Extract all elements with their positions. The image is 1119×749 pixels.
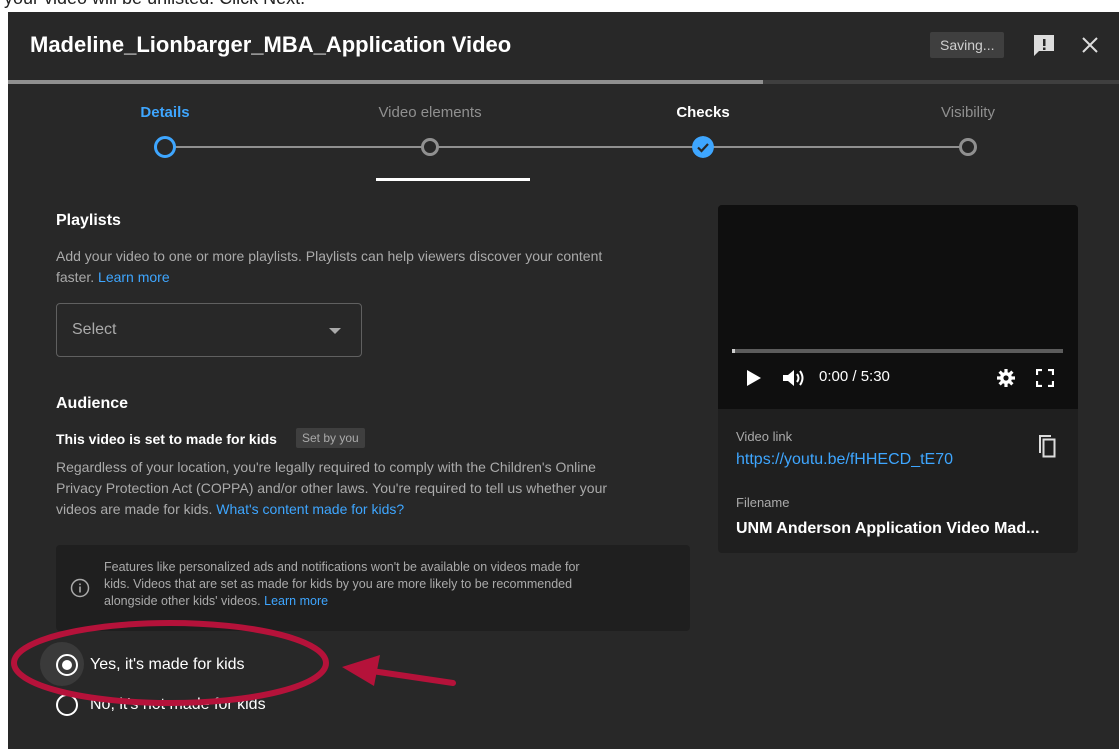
stepper-line (703, 146, 968, 148)
kids-features-info-text: Features like personalized ads and notif… (104, 559, 664, 610)
info-line2: kids. Videos that are set as made for ki… (104, 577, 573, 591)
kids-info-learn-more-link[interactable]: Learn more (264, 594, 328, 608)
video-seek-bar[interactable] (732, 349, 1063, 353)
annotation-arrow-shaft (369, 668, 456, 686)
tab-details[interactable]: Details (65, 104, 265, 121)
kids-features-info-box: Features like personalized ads and notif… (56, 545, 690, 631)
audience-description-line2: Privacy Protection Act (COPPA) and/or ot… (56, 480, 608, 496)
feedback-icon[interactable] (1031, 32, 1057, 58)
video-player[interactable]: 0:00 / 5:30 (718, 205, 1078, 409)
upload-stepper: Details Video elements Checks Visibility (8, 84, 1119, 194)
chevron-down-icon (329, 328, 341, 334)
step-visibility-indicator[interactable] (959, 138, 977, 156)
radio-button-unchecked[interactable] (56, 694, 78, 716)
video-time: 0:00 / 5:30 (819, 368, 890, 385)
playlists-learn-more-link[interactable]: Learn more (98, 269, 170, 285)
info-icon (70, 578, 90, 598)
play-icon[interactable] (746, 369, 762, 387)
made-for-kids-status: This video is set to made for kids (56, 431, 277, 447)
tab-underline (376, 178, 530, 181)
instruction-caption: your video will be unlisted. Click Next. (4, 0, 305, 8)
playlist-select-value: Select (72, 321, 117, 338)
video-preview-card: 0:00 / 5:30 Video link https://youtu.be/… (718, 205, 1078, 553)
video-link[interactable]: https://youtu.be/fHHECD_tE70 (736, 451, 953, 469)
radio-yes-label[interactable]: Yes, it's made for kids (90, 656, 245, 674)
annotation-arrow-head (342, 655, 380, 686)
tab-visibility[interactable]: Visibility (868, 104, 1068, 121)
playlists-description-line2: faster. (56, 269, 95, 285)
playlists-description-line1: Add your video to one or more playlists.… (56, 248, 603, 264)
volume-icon[interactable] (782, 368, 806, 388)
video-link-label: Video link (736, 429, 793, 444)
copy-icon[interactable] (1034, 433, 1056, 459)
audience-description-line3: videos are made for kids. (56, 501, 213, 517)
dialog-header: Madeline_Lionbarger_MBA_Application Vide… (8, 12, 1119, 82)
saving-status-badge: Saving... (930, 32, 1005, 58)
set-by-you-badge: Set by you (296, 428, 365, 448)
tab-checks[interactable]: Checks (603, 104, 803, 121)
video-title: Madeline_Lionbarger_MBA_Application Vide… (30, 32, 512, 57)
info-line3: alongside other kids' videos. (104, 594, 261, 608)
step-details-indicator[interactable] (154, 136, 176, 158)
info-line1: Features like personalized ads and notif… (104, 560, 580, 574)
tab-video-elements[interactable]: Video elements (330, 104, 530, 121)
playlists-description: Add your video to one or more playlists.… (56, 246, 696, 288)
radio-button-checked[interactable] (56, 654, 78, 676)
audience-heading: Audience (56, 395, 129, 412)
playlist-select[interactable]: Select (56, 303, 362, 357)
upload-dialog: Madeline_Lionbarger_MBA_Application Vide… (8, 12, 1119, 749)
audience-description: Regardless of your location, you're lega… (56, 457, 696, 520)
filename-value: UNM Anderson Application Video Mad... (736, 520, 1040, 537)
gear-icon[interactable] (996, 368, 1016, 388)
step-checks-check-icon[interactable] (692, 136, 714, 158)
playlists-heading: Playlists (56, 212, 121, 229)
step-video-elements-indicator[interactable] (421, 138, 439, 156)
audience-description-line1: Regardless of your location, you're lega… (56, 459, 596, 475)
made-for-kids-info-link[interactable]: What's content made for kids? (216, 501, 404, 517)
fullscreen-icon[interactable] (1036, 369, 1054, 387)
filename-label: Filename (736, 495, 790, 510)
radio-no-label[interactable]: No, it's not made for kids (90, 696, 266, 714)
close-icon[interactable] (1079, 34, 1101, 56)
